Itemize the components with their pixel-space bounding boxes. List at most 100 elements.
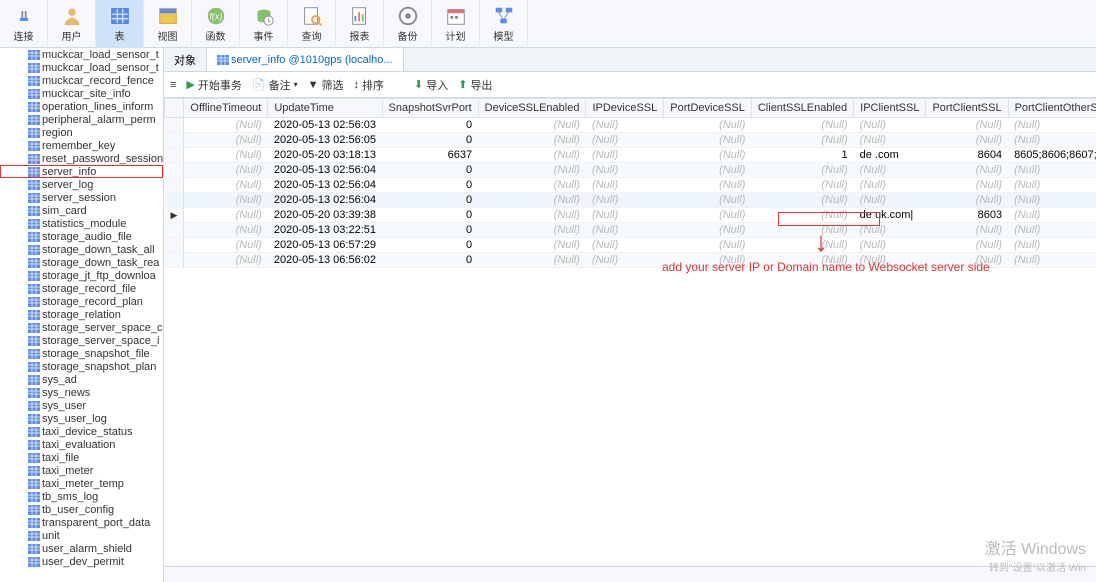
cell-ipd[interactable]: (Null) xyxy=(586,223,664,238)
cell-cse[interactable]: (Null) xyxy=(751,178,853,193)
schedule-tool[interactable]: 计划 xyxy=(432,0,480,48)
model-tool[interactable]: 模型 xyxy=(480,0,528,48)
cell-ipc[interactable]: (Null) xyxy=(854,118,926,133)
cell-pcs[interactable]: (Null) xyxy=(926,238,1008,253)
cell-pcs[interactable]: (Null) xyxy=(926,133,1008,148)
table-row[interactable]: (Null)2020-05-13 06:57:290(Null)(Null)(N… xyxy=(165,238,1096,253)
table-row[interactable]: (Null)2020-05-13 06:56:020(Null)(Null)(N… xyxy=(165,253,1096,268)
backup-tool[interactable]: 备份 xyxy=(384,0,432,48)
cell-pcs[interactable]: 8604 xyxy=(926,148,1008,163)
cell-pco[interactable]: 8605;8606;8607;8608;8609 xyxy=(1008,148,1096,163)
cell-dse[interactable]: (Null) xyxy=(478,133,586,148)
cell-ipd[interactable]: (Null) xyxy=(586,208,664,223)
sidebar-item-storage_down_task_rea[interactable]: storage_down_task_rea xyxy=(0,256,163,269)
cell-pds[interactable]: (Null) xyxy=(664,238,752,253)
column-header-DeviceSSLEnabled[interactable]: DeviceSSLEnabled xyxy=(478,99,586,118)
cell-pco[interactable]: (Null) xyxy=(1008,208,1096,223)
cell-pcs[interactable]: 8603 xyxy=(926,208,1008,223)
cell-dse[interactable]: (Null) xyxy=(478,178,586,193)
cell-ut[interactable]: 2020-05-13 02:56:05 xyxy=(268,133,382,148)
table-tool[interactable]: 表 xyxy=(96,0,144,48)
cell-dse[interactable]: (Null) xyxy=(478,253,586,268)
cell-ut[interactable]: 2020-05-13 06:56:02 xyxy=(268,253,382,268)
cell-pcs[interactable]: (Null) xyxy=(926,118,1008,133)
cell-ipc[interactable]: (Null) xyxy=(854,133,926,148)
sort-button[interactable]: ↕排序 xyxy=(354,77,385,93)
data-grid-wrap[interactable]: OfflineTimeoutUpdateTimeSnapshotSvrPortD… xyxy=(164,98,1096,566)
column-header-PortDeviceSSL[interactable]: PortDeviceSSL xyxy=(664,99,752,118)
cell-ut[interactable]: 2020-05-20 03:39:38 xyxy=(268,208,382,223)
sidebar-item-taxi_file[interactable]: taxi_file xyxy=(0,451,163,464)
cell-sp[interactable]: 0 xyxy=(382,223,478,238)
cell-sp[interactable]: 0 xyxy=(382,163,478,178)
cell-pds[interactable]: (Null) xyxy=(664,133,752,148)
sidebar-item-operation_lines_inform[interactable]: operation_lines_inform xyxy=(0,100,163,113)
cell-pco[interactable]: (Null) xyxy=(1008,253,1096,268)
objects-tab[interactable]: 对象 xyxy=(164,48,207,71)
export-button[interactable]: ⬆导出 xyxy=(458,77,492,93)
cell-sp[interactable]: 0 xyxy=(382,178,478,193)
table-row[interactable]: (Null)2020-05-13 02:56:040(Null)(Null)(N… xyxy=(165,178,1096,193)
function-tool[interactable]: f(x)函数 xyxy=(192,0,240,48)
cell-pco[interactable]: (Null) xyxy=(1008,223,1096,238)
cell-sp[interactable]: 0 xyxy=(382,118,478,133)
cell-ipd[interactable]: (Null) xyxy=(586,133,664,148)
report-tool[interactable]: 报表 xyxy=(336,0,384,48)
cell-cse[interactable]: 1 xyxy=(751,148,853,163)
cell-ipc[interactable]: (Null) xyxy=(854,163,926,178)
cell-ot[interactable]: (Null) xyxy=(184,223,268,238)
sidebar-item-server_session[interactable]: server_session xyxy=(0,191,163,204)
cell-pds[interactable]: (Null) xyxy=(664,148,752,163)
cell-pco[interactable]: (Null) xyxy=(1008,238,1096,253)
cell-ut[interactable]: 2020-05-20 03:18:13 xyxy=(268,148,382,163)
cell-cse[interactable]: (Null) xyxy=(751,238,853,253)
cell-sp[interactable]: 0 xyxy=(382,253,478,268)
cell-cse[interactable]: (Null) xyxy=(751,208,853,223)
cell-dse[interactable]: (Null) xyxy=(478,163,586,178)
sidebar-item-storage_record_plan[interactable]: storage_record_plan xyxy=(0,295,163,308)
sidebar-item-storage_snapshot_file[interactable]: storage_snapshot_file xyxy=(0,347,163,360)
cell-pds[interactable]: (Null) xyxy=(664,118,752,133)
cell-ot[interactable]: (Null) xyxy=(184,208,268,223)
cell-pcs[interactable]: (Null) xyxy=(926,223,1008,238)
column-header-ClientSSLEnabled[interactable]: ClientSSLEnabled xyxy=(751,99,853,118)
cell-ipd[interactable]: (Null) xyxy=(586,178,664,193)
cell-pds[interactable]: (Null) xyxy=(664,223,752,238)
connect-tool[interactable]: 连接 xyxy=(0,0,48,48)
table-row[interactable]: (Null)2020-05-13 02:56:030(Null)(Null)(N… xyxy=(165,118,1096,133)
sidebar-item-sim_card[interactable]: sim_card xyxy=(0,204,163,217)
sidebar-item-storage_down_task_all[interactable]: storage_down_task_all xyxy=(0,243,163,256)
sidebar-item-user_alarm_shield[interactable]: user_alarm_shield xyxy=(0,542,163,555)
cell-ut[interactable]: 2020-05-13 02:56:03 xyxy=(268,118,382,133)
cell-pcs[interactable]: (Null) xyxy=(926,253,1008,268)
sidebar-item-storage_relation[interactable]: storage_relation xyxy=(0,308,163,321)
cell-pco[interactable]: (Null) xyxy=(1008,118,1096,133)
cell-pcs[interactable]: (Null) xyxy=(926,193,1008,208)
cell-ot[interactable]: (Null) xyxy=(184,148,268,163)
sidebar-item-region[interactable]: region xyxy=(0,126,163,139)
sidebar-item-peripheral_alarm_perm[interactable]: peripheral_alarm_perm xyxy=(0,113,163,126)
data-grid[interactable]: OfflineTimeoutUpdateTimeSnapshotSvrPortD… xyxy=(164,98,1096,268)
sidebar-item-taxi_evaluation[interactable]: taxi_evaluation xyxy=(0,438,163,451)
cell-ipd[interactable]: (Null) xyxy=(586,163,664,178)
sidebar-item-unit[interactable]: unit xyxy=(0,529,163,542)
sidebar-item-muckcar_record_fence[interactable]: muckcar_record_fence xyxy=(0,74,163,87)
sidebar-item-storage_server_space_c[interactable]: storage_server_space_c xyxy=(0,321,163,334)
table-row[interactable]: (Null)2020-05-13 03:22:510(Null)(Null)(N… xyxy=(165,223,1096,238)
cell-ipd[interactable]: (Null) xyxy=(586,118,664,133)
cell-dse[interactable]: (Null) xyxy=(478,238,586,253)
sidebar-item-tb_user_config[interactable]: tb_user_config xyxy=(0,503,163,516)
cell-sp[interactable]: 0 xyxy=(382,133,478,148)
query-tool[interactable]: 查询 xyxy=(288,0,336,48)
cell-sp[interactable]: 0 xyxy=(382,193,478,208)
cell-dse[interactable]: (Null) xyxy=(478,193,586,208)
sidebar-item-statistics_module[interactable]: statistics_module xyxy=(0,217,163,230)
cell-pco[interactable]: (Null) xyxy=(1008,133,1096,148)
start-transaction-button[interactable]: ▶开始事务 xyxy=(186,77,241,93)
sidebar-item-storage_audio_file[interactable]: storage_audio_file xyxy=(0,230,163,243)
sidebar-item-storage_server_space_i[interactable]: storage_server_space_i xyxy=(0,334,163,347)
table-row[interactable]: (Null)2020-05-13 02:56:050(Null)(Null)(N… xyxy=(165,133,1096,148)
cell-pcs[interactable]: (Null) xyxy=(926,163,1008,178)
horizontal-scrollbar[interactable] xyxy=(164,566,1096,582)
sidebar-item-reset_password_session[interactable]: reset_password_session xyxy=(0,152,163,165)
